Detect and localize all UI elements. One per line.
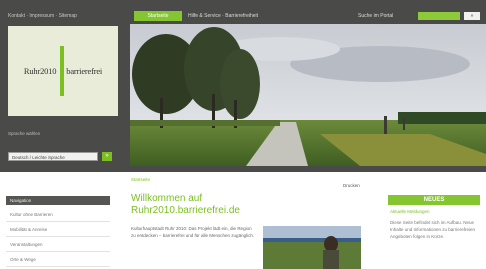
search-button[interactable]: » <box>464 12 480 20</box>
logo-text-left: Ruhr2010 <box>23 66 57 76</box>
logo-text-right: barrierefrei <box>66 66 103 76</box>
content-photo <box>263 226 361 269</box>
language-select[interactable]: Deutsch / Leichte Sprache <box>8 152 98 161</box>
sidebar-item[interactable]: Mobilität & Anreise <box>6 223 110 237</box>
breadcrumb[interactable]: Startseite <box>131 176 211 184</box>
search-input[interactable] <box>418 12 460 20</box>
sidebar-item[interactable]: Veranstaltungen <box>6 238 110 252</box>
sidebar-heading: Navigation <box>6 196 110 205</box>
news-body: Diese Seite befindet sich im Aufbau. Neu… <box>390 220 476 239</box>
search-label: Suche im Portal <box>358 13 394 19</box>
news-heading: NEUES <box>388 195 480 205</box>
sidebar-item[interactable]: Orte & Wege <box>6 253 110 267</box>
site-logo[interactable]: Ruhr2010 barrierefrei <box>8 26 118 116</box>
page-title: Willkommen auf Ruhr2010.barrierefrei.de <box>131 193 240 216</box>
language-go-button[interactable]: » <box>102 152 112 161</box>
nav-items[interactable]: Hilfe & Service · Barrierefreiheit <box>188 11 278 21</box>
page: Kontakt · Impressum · Sitemap Ruhr2010 ba… <box>0 0 486 269</box>
intro-text: Kulturhauptstadt Ruhr 2010: Das Projekt … <box>131 226 255 238</box>
top-utility-links[interactable]: Kontakt · Impressum · Sitemap <box>8 11 120 21</box>
language-label: Sprache wählen <box>8 131 41 136</box>
news-subheading[interactable]: Aktuelle Meldungen <box>390 208 480 216</box>
hero-image <box>130 24 486 166</box>
logo-text: Ruhr2010 barrierefrei <box>12 66 114 76</box>
sidebar-item[interactable]: Kultur ohne Barrieren <box>6 208 110 222</box>
print-link[interactable]: Drucken <box>343 182 383 190</box>
nav-item-home[interactable]: Startseite <box>134 11 182 21</box>
